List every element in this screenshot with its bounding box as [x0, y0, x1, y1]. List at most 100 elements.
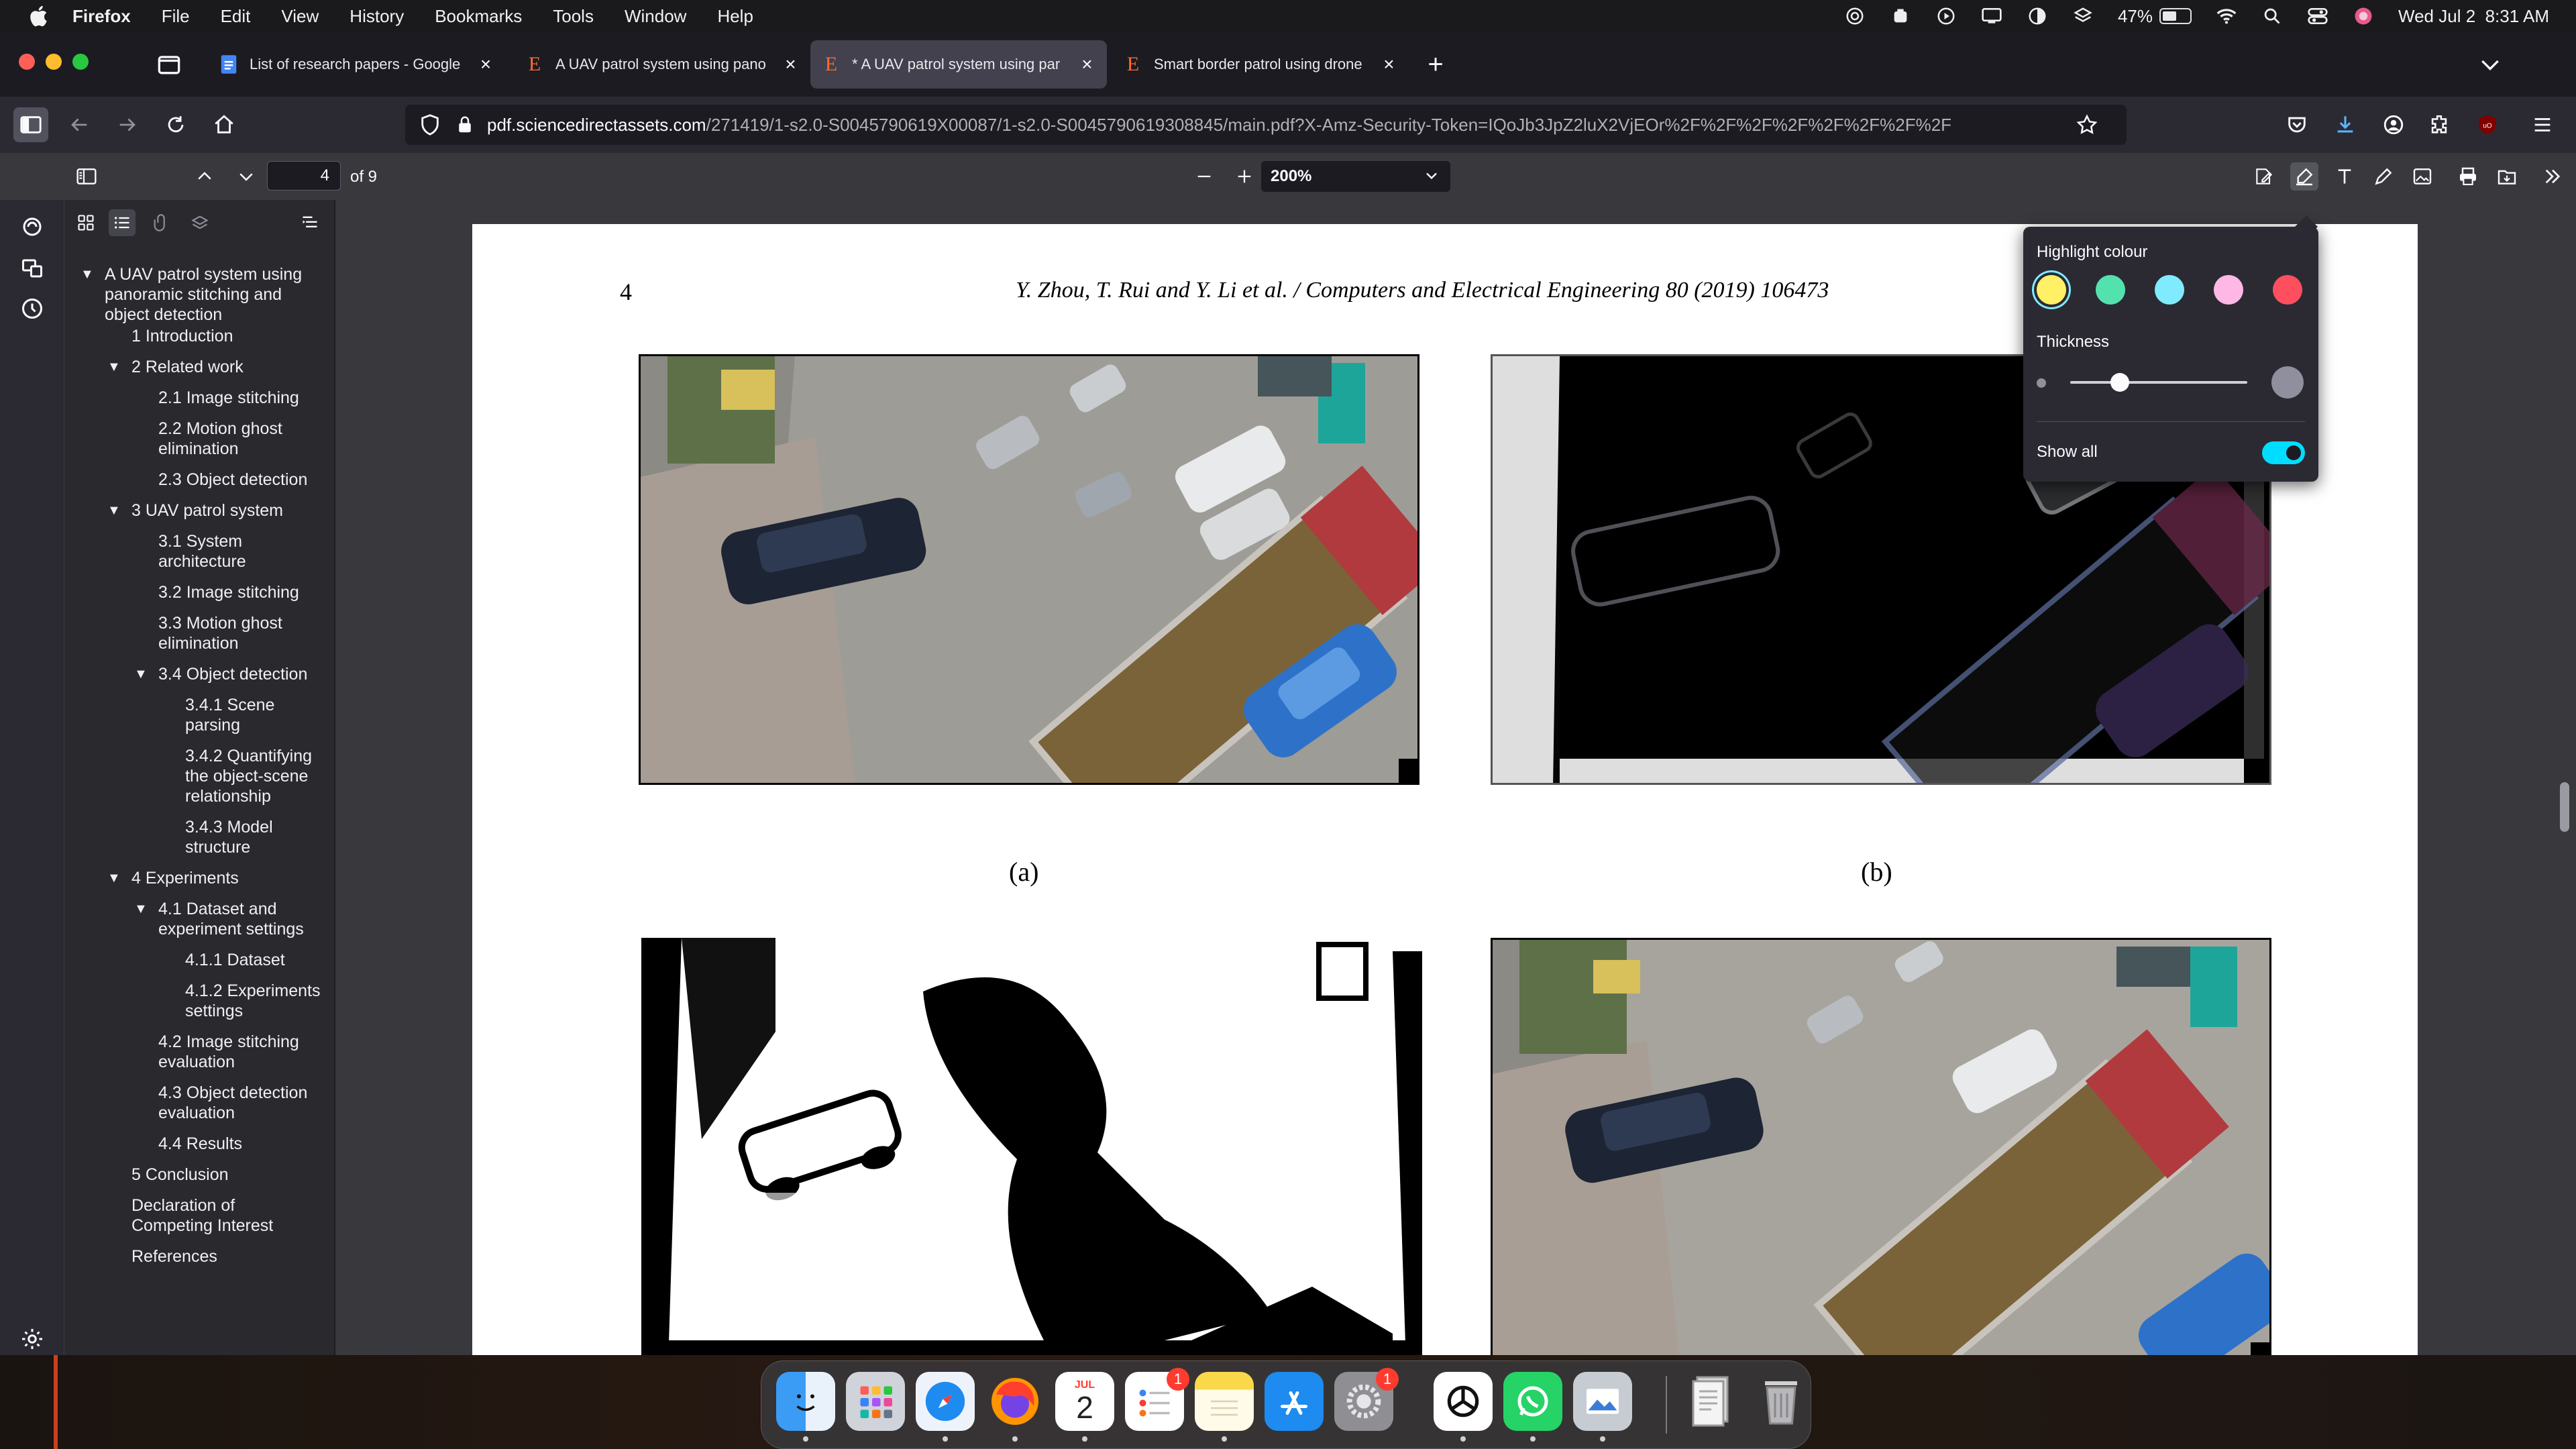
play-icon[interactable] [1935, 5, 1957, 27]
menu-help[interactable]: Help [717, 6, 753, 27]
print-icon[interactable] [2454, 162, 2482, 191]
outline-item-dataset[interactable]: 4.1.1 Dataset [185, 950, 333, 970]
launchpad-app-icon[interactable] [846, 1372, 905, 1431]
firefox-view-button[interactable] [154, 50, 184, 79]
expand-triangle-icon[interactable]: ▼ [134, 899, 148, 919]
downloads-icon[interactable] [2332, 111, 2359, 138]
contrast-icon[interactable] [2027, 5, 2048, 27]
window-close-button[interactable] [19, 54, 35, 70]
outline-view-icon[interactable] [109, 209, 136, 236]
outline-item-stitching-evaluation[interactable]: 4.2 Image stitching evaluation [158, 1032, 319, 1072]
tab-research-papers[interactable]: List of research papers - Google × [208, 40, 539, 89]
tab-smart-border-patrol[interactable]: E Smart border patrol using drone × [1112, 40, 1409, 89]
pdf-sidebar-toggle-icon[interactable] [72, 162, 101, 191]
display-icon[interactable] [1981, 5, 2002, 27]
finder-app-icon[interactable] [776, 1372, 835, 1431]
save-icon[interactable] [2493, 162, 2521, 191]
thickness-slider[interactable] [2070, 381, 2247, 384]
zoom-in-icon[interactable] [1230, 162, 1258, 191]
expand-triangle-icon[interactable]: ▼ [80, 264, 94, 284]
app-store-app-icon[interactable] [1265, 1372, 1324, 1431]
tracking-protection-shield-icon[interactable] [419, 113, 441, 136]
forward-button[interactable] [110, 107, 145, 142]
new-tab-button[interactable]: + [1421, 50, 1450, 79]
tab-uav-patrol-active[interactable]: E * A UAV patrol system using par × [810, 40, 1107, 89]
layers-view-icon[interactable] [186, 209, 213, 236]
tab-close-icon[interactable]: × [1380, 54, 1398, 74]
bookmark-star-icon[interactable] [2076, 113, 2098, 136]
menu-tools[interactable]: Tools [553, 6, 594, 27]
menu-window[interactable]: Window [625, 6, 686, 27]
openai-status-icon[interactable] [1844, 5, 1866, 27]
url-bar[interactable]: pdf.sciencedirectassets.com/271419/1-s2.… [405, 105, 2127, 145]
highlight-color-pink[interactable] [2214, 275, 2243, 305]
outline-item-results[interactable]: 4.4 Results [158, 1134, 319, 1154]
menubar-clock[interactable]: Wed Jul 2 8:31 AM [2398, 6, 2549, 27]
expand-triangle-icon[interactable]: ▼ [107, 500, 121, 521]
layers-icon[interactable] [2072, 5, 2094, 27]
reload-button[interactable] [158, 107, 193, 142]
thickness-slider-handle[interactable] [2110, 373, 2129, 392]
control-center-icon[interactable] [2307, 5, 2328, 27]
list-all-tabs-button[interactable] [2477, 51, 2504, 78]
vertical-scrollbar-thumb[interactable] [2560, 782, 2569, 832]
zoom-out-icon[interactable] [1190, 162, 1218, 191]
previous-page-icon[interactable] [191, 162, 219, 191]
back-button[interactable] [62, 107, 97, 142]
draw-tool-icon[interactable] [2369, 162, 2398, 191]
menu-bookmarks[interactable]: Bookmarks [435, 6, 522, 27]
highlight-color-red[interactable] [2273, 275, 2302, 305]
notes-app-icon[interactable] [1195, 1372, 1254, 1431]
synced-tabs-icon[interactable] [19, 255, 46, 282]
outline-item-dataset-settings[interactable]: ▼ 4.1 Dataset and experiment settings [134, 899, 333, 939]
url-text[interactable]: pdf.sciencedirectassets.com/271419/1-s2.… [487, 115, 2063, 136]
outline-item-detection-evaluation[interactable]: 4.3 Object detection evaluation [158, 1083, 319, 1123]
outline-item-experiments-settings[interactable]: 4.1.2 Experiments settings [185, 981, 333, 1021]
menu-edit[interactable]: Edit [221, 6, 251, 27]
outline-item-image-stitching[interactable]: 2.1 Image stitching [158, 388, 326, 408]
outline-item-conclusion[interactable]: 5 Conclusion [131, 1165, 326, 1185]
customize-sidebar-gear-icon[interactable] [19, 1326, 46, 1352]
history-icon[interactable] [19, 295, 46, 322]
extensions-icon[interactable] [2426, 111, 2453, 138]
menu-file[interactable]: File [162, 6, 190, 27]
expand-triangle-icon[interactable]: ▼ [107, 357, 121, 377]
menu-history[interactable]: History [350, 6, 404, 27]
attachments-view-icon[interactable] [148, 209, 174, 236]
outline-item-declaration[interactable]: Declaration of Competing Interest [131, 1195, 306, 1236]
pocket-icon[interactable] [2284, 111, 2310, 138]
outline-item-object-detection[interactable]: 2.3 Object detection [158, 470, 326, 490]
spotlight-search-icon[interactable] [2261, 5, 2283, 27]
tab-uav-patrol-1[interactable]: E A UAV patrol system using pano × [514, 40, 810, 89]
signature-icon[interactable] [2250, 162, 2278, 191]
highlight-color-blue[interactable] [2155, 275, 2184, 305]
outline-item-scene-parsing[interactable]: 3.4.1 Scene parsing [185, 695, 299, 735]
outline-item-experiments[interactable]: ▼ 4 Experiments [107, 868, 326, 888]
outline-item-title[interactable]: ▼ A UAV patrol system using panoramic sti… [80, 264, 326, 325]
current-outline-item-icon[interactable] [297, 209, 323, 236]
page-number-input[interactable]: 4 [267, 161, 341, 191]
chatbot-icon[interactable] [19, 213, 46, 240]
tab-close-icon[interactable]: × [782, 54, 800, 74]
lock-icon[interactable] [455, 115, 475, 135]
text-tool-icon[interactable] [2330, 162, 2359, 191]
outline-item-motion-ghost-3-3[interactable]: 3.3 Motion ghost elimination [158, 613, 313, 653]
outline-item-references[interactable]: References [131, 1246, 326, 1267]
outline-item-introduction[interactable]: 1 Introduction [131, 326, 326, 346]
system-settings-app-icon[interactable]: 1 [1334, 1368, 1399, 1431]
outline-item-motion-ghost[interactable]: 2.2 Motion ghost elimination [158, 419, 313, 459]
siri-icon[interactable] [2353, 5, 2374, 27]
outline-item-system-architecture[interactable]: 3.1 System architecture [158, 531, 292, 572]
image-tool-icon[interactable] [2408, 162, 2436, 191]
firefox-app-icon[interactable] [985, 1372, 1044, 1431]
expand-triangle-icon[interactable]: ▼ [134, 664, 148, 684]
highlight-tool-icon[interactable] [2290, 162, 2318, 191]
highlight-color-yellow[interactable] [2037, 275, 2066, 305]
wifi-icon[interactable] [2216, 5, 2237, 27]
outline-item-uav-patrol-system[interactable]: ▼ 3 UAV patrol system [107, 500, 326, 521]
highlight-color-green[interactable] [2096, 275, 2125, 305]
apple-menu-icon[interactable] [27, 3, 52, 29]
outline-item-quantifying[interactable]: 3.4.2 Quantifying the object-scene relat… [185, 746, 333, 806]
safari-app-icon[interactable] [916, 1372, 975, 1431]
sidebar-toggle-button[interactable] [13, 107, 48, 142]
